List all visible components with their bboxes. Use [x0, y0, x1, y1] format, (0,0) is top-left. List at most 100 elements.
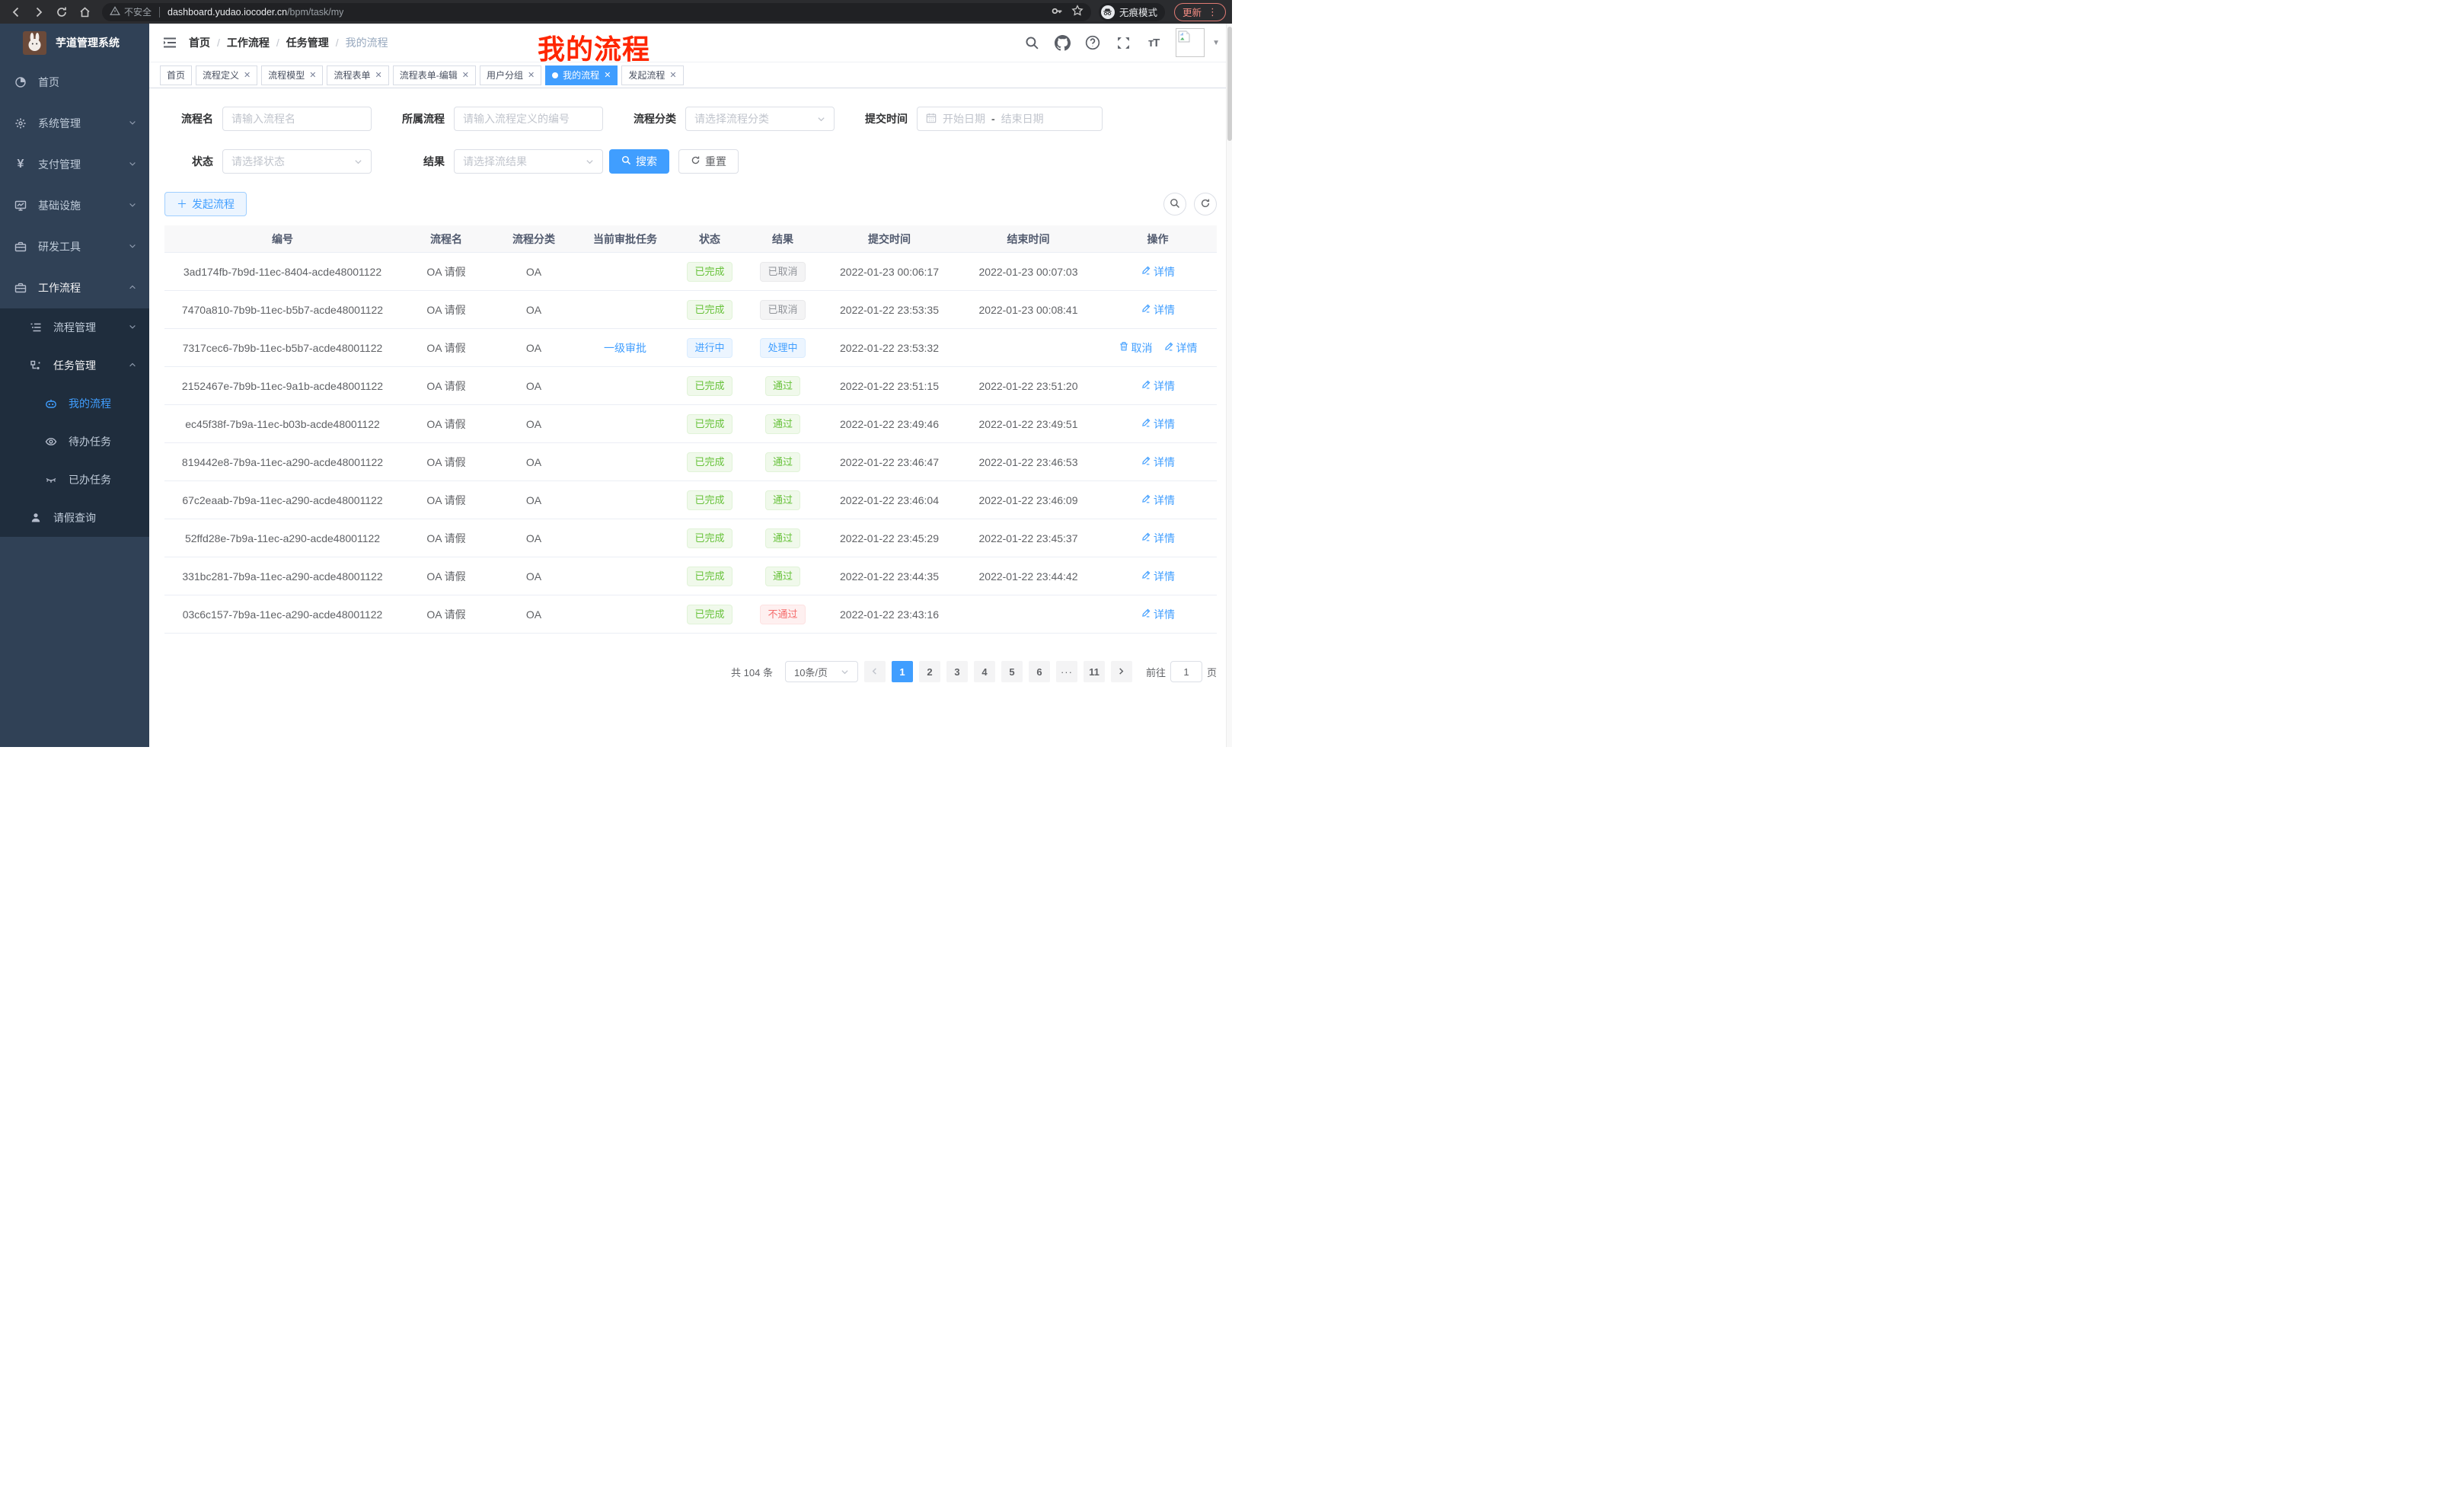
- process-definition-input[interactable]: 请输入流程定义的编号: [454, 107, 603, 131]
- security-chip[interactable]: 不安全: [110, 5, 152, 18]
- cancel-action[interactable]: 取消: [1119, 340, 1153, 356]
- tab-3[interactable]: 流程表单 ✕: [327, 65, 388, 85]
- reset-button[interactable]: 重置: [678, 149, 739, 174]
- tab-1[interactable]: 流程定义✕: [196, 65, 257, 85]
- detail-action[interactable]: 详情: [1141, 302, 1175, 318]
- current-task-link[interactable]: 一级审批: [604, 342, 646, 354]
- close-icon[interactable]: ✕: [528, 70, 535, 80]
- tab-0[interactable]: 首页: [160, 65, 192, 85]
- detail-action[interactable]: 详情: [1163, 340, 1198, 356]
- address-bar[interactable]: 不安全 dashboard.yudao.iocoder.cn/bpm/task/…: [102, 3, 1091, 21]
- tab-5[interactable]: 用户分组✕: [480, 65, 541, 85]
- detail-action[interactable]: 详情: [1141, 569, 1175, 584]
- status-select[interactable]: 请选择状态: [222, 149, 372, 174]
- page-number-3[interactable]: 3: [946, 661, 968, 682]
- submit-time-range-picker[interactable]: 开始日期 - 结束日期: [917, 107, 1103, 131]
- fullscreen-icon[interactable]: [1115, 34, 1131, 51]
- cell-process-id: 52ffd28e-7b9a-11ec-a290-acde48001122: [164, 532, 401, 544]
- update-button[interactable]: 更新 ⋮: [1174, 3, 1226, 21]
- detail-action[interactable]: 详情: [1141, 455, 1175, 470]
- detail-action[interactable]: 详情: [1141, 417, 1175, 432]
- hamburger-icon[interactable]: [161, 34, 178, 51]
- detail-action[interactable]: 详情: [1141, 607, 1175, 622]
- home-icon[interactable]: [75, 3, 94, 21]
- next-page-button[interactable]: [1111, 661, 1132, 682]
- process-name-input[interactable]: 请输入流程名: [222, 107, 372, 131]
- tab-6[interactable]: 我的流程✕: [545, 65, 618, 85]
- chevron-up-icon: [128, 359, 137, 372]
- detail-action[interactable]: 详情: [1141, 531, 1175, 546]
- create-process-button[interactable]: ＋ 发起流程: [164, 192, 247, 216]
- sidebar-item-10[interactable]: 已办任务: [0, 461, 149, 499]
- sidebar-item-9[interactable]: 待办任务: [0, 423, 149, 461]
- caret-down-icon[interactable]: ▼: [1212, 39, 1220, 47]
- page-number-5[interactable]: 5: [1001, 661, 1023, 682]
- detail-action[interactable]: 详情: [1141, 493, 1175, 508]
- page-number-11[interactable]: 11: [1084, 661, 1105, 682]
- close-icon[interactable]: ✕: [375, 70, 382, 80]
- sidebar-item-11[interactable]: 请假查询: [0, 499, 149, 537]
- sidebar-item-label: 首页: [38, 75, 59, 90]
- cell-process-id: 03c6c157-7b9a-11ec-a290-acde48001122: [164, 608, 401, 621]
- page-number-4[interactable]: 4: [974, 661, 995, 682]
- sidebar-item-2[interactable]: ¥支付管理: [0, 144, 149, 185]
- more-vertical-icon[interactable]: ⋮: [1208, 6, 1218, 18]
- result-select[interactable]: 请选择流结果: [454, 149, 603, 174]
- scrollbar-thumb[interactable]: [1227, 27, 1232, 141]
- breadcrumb-item[interactable]: 工作流程: [227, 35, 270, 50]
- cell-operations: 详情: [1099, 417, 1217, 432]
- prev-page-button[interactable]: [864, 661, 886, 682]
- refresh-icon: [691, 155, 701, 168]
- column-header: 流程分类: [492, 231, 576, 247]
- sidebar-item-4[interactable]: 研发工具: [0, 226, 149, 267]
- page-size-select[interactable]: 10条/页: [785, 661, 858, 682]
- more-pages-icon[interactable]: ···: [1056, 661, 1077, 682]
- sidebar-item-0[interactable]: 首页: [0, 62, 149, 103]
- close-icon[interactable]: ✕: [462, 70, 469, 80]
- question-icon[interactable]: [1084, 34, 1101, 51]
- reload-icon[interactable]: [52, 3, 72, 21]
- close-icon[interactable]: ✕: [604, 70, 611, 80]
- category-select[interactable]: 请选择流程分类: [685, 107, 835, 131]
- goto-page-input[interactable]: 1: [1170, 661, 1202, 682]
- sidebar-item-7[interactable]: 任务管理: [0, 346, 149, 385]
- tab-2[interactable]: 流程模型✕: [261, 65, 323, 85]
- show-search-button[interactable]: [1163, 193, 1186, 215]
- close-icon[interactable]: ✕: [669, 70, 676, 80]
- page-number-1[interactable]: 1: [892, 661, 913, 682]
- detail-action[interactable]: 详情: [1141, 264, 1175, 279]
- refresh-button[interactable]: [1194, 193, 1217, 215]
- sidebar-item-3[interactable]: 基础设施: [0, 185, 149, 226]
- key-icon[interactable]: [1051, 5, 1064, 20]
- search-button[interactable]: 搜索: [609, 149, 669, 174]
- close-icon[interactable]: ✕: [244, 70, 251, 80]
- cell-status: 已完成: [675, 605, 745, 624]
- github-icon[interactable]: [1054, 34, 1071, 51]
- close-icon[interactable]: ✕: [309, 70, 316, 80]
- star-icon[interactable]: [1071, 5, 1084, 19]
- avatar[interactable]: [1176, 28, 1205, 57]
- scrollbar[interactable]: [1226, 24, 1232, 747]
- fontsize-icon[interactable]: ᴛT: [1145, 34, 1162, 51]
- forward-icon[interactable]: [29, 3, 49, 21]
- tab-7[interactable]: 发起流程✕: [621, 65, 683, 85]
- result-badge: 通过: [765, 567, 800, 586]
- cell-result: 不通过: [745, 605, 821, 624]
- sidebar-item-8[interactable]: 我的流程: [0, 385, 149, 423]
- back-icon[interactable]: [6, 3, 26, 21]
- active-tab-dot: [552, 72, 558, 78]
- tab-label: 流程表单: [334, 69, 370, 81]
- sidebar-logo[interactable]: 芋道管理系统: [0, 24, 149, 62]
- search-icon[interactable]: [1023, 34, 1040, 51]
- sidebar-item-1[interactable]: 系统管理: [0, 103, 149, 144]
- breadcrumb-item[interactable]: 首页: [189, 35, 210, 50]
- tab-4[interactable]: 流程表单-编辑✕: [393, 65, 476, 85]
- sidebar-item-6[interactable]: 流程管理: [0, 308, 149, 346]
- page-number-6[interactable]: 6: [1029, 661, 1050, 682]
- sidebar-item-5[interactable]: 工作流程: [0, 267, 149, 308]
- page-number-2[interactable]: 2: [919, 661, 940, 682]
- breadcrumb-item[interactable]: 任务管理: [286, 35, 329, 50]
- security-label: 不安全: [124, 5, 152, 18]
- detail-action[interactable]: 详情: [1141, 378, 1175, 394]
- tags-view: 首页流程定义✕流程模型✕流程表单✕流程表单-编辑✕用户分组✕我的流程✕发起流程✕: [149, 62, 1232, 88]
